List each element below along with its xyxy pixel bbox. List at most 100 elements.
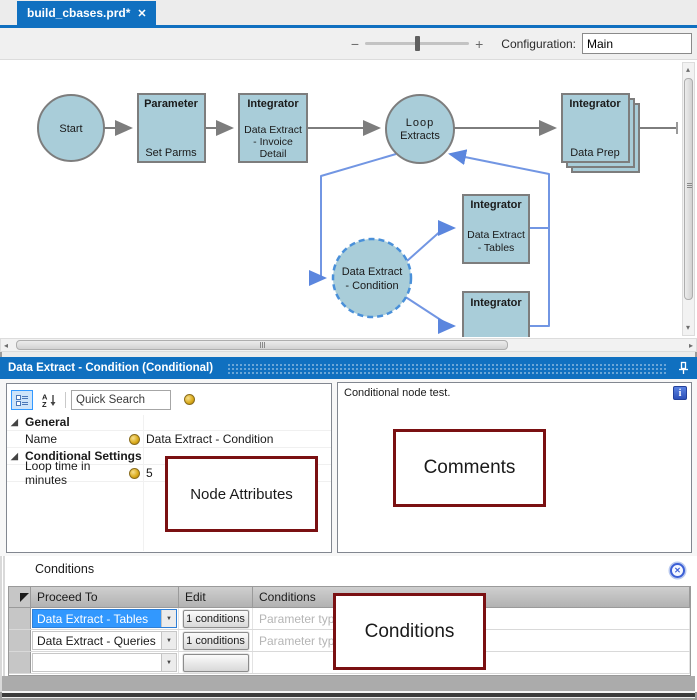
toolbar-separator — [65, 392, 66, 408]
dropdown-value: Data Extract - Tables — [33, 610, 161, 627]
close-icon[interactable]: ✕ — [137, 7, 146, 20]
diagram-canvas[interactable]: Start Parameter Set Parms Integrator Dat… — [0, 60, 697, 338]
categorized-view-icon[interactable] — [11, 390, 33, 410]
edge-condition-queries[interactable] — [404, 296, 454, 326]
diagram-toolbar: − + Configuration: — [0, 28, 697, 60]
scroll-down-icon[interactable]: ▾ — [686, 324, 690, 332]
panel-header-texture — [227, 363, 668, 375]
grid-column-divider — [143, 415, 144, 551]
chevron-down-icon[interactable]: ▼ — [161, 632, 176, 649]
canvas-vertical-scrollbar[interactable]: ▴ ▾ — [682, 62, 695, 336]
zoom-in-icon[interactable]: + — [469, 36, 489, 52]
node-loop-extracts[interactable] — [386, 95, 454, 163]
node-tables-name-2: - Tables — [478, 242, 515, 254]
row-selector-cell[interactable] — [9, 608, 31, 629]
node-condition-label-2: - Condition — [345, 280, 398, 292]
edit-cell — [179, 652, 253, 673]
row-selector-triangle-icon — [20, 593, 29, 602]
column-header-proceed-to[interactable]: Proceed To — [31, 587, 179, 607]
info-icon[interactable]: i — [673, 386, 687, 400]
property-row-name[interactable]: Name Data Extract - Condition — [7, 431, 331, 448]
workflow-diagram: Start Parameter Set Parms Integrator Dat… — [1, 60, 682, 337]
node-parameter-name: Set Parms — [145, 147, 197, 159]
select-all-cell[interactable] — [9, 587, 31, 607]
zoom-out-icon[interactable]: − — [345, 36, 365, 52]
proceed-to-cell: Data Extract - Tables ▼ — [31, 608, 179, 629]
node-loop-label-1: Loop — [406, 117, 434, 129]
property-name: Loop time in minutes — [11, 459, 129, 487]
parameter-badge-icon — [129, 468, 140, 479]
chevron-down-icon[interactable]: ▼ — [161, 654, 176, 671]
proceed-to-dropdown[interactable]: Data Extract - Queries ▼ — [32, 631, 177, 650]
bottom-filler — [2, 676, 695, 691]
configuration-label: Configuration: — [501, 37, 576, 51]
node-tables-type: Integrator — [470, 199, 522, 211]
node-condition-selected[interactable] — [333, 239, 411, 317]
thumb-grip-icon — [260, 342, 265, 348]
property-grid-toolbar: A Z — [7, 384, 331, 414]
row-selector-cell[interactable] — [9, 652, 31, 673]
edit-cell: 1 conditions — [179, 608, 253, 629]
scroll-left-icon[interactable]: ◂ — [4, 342, 8, 350]
edit-cell: 1 conditions — [179, 630, 253, 651]
window-bottom-bar — [2, 693, 695, 697]
zoom-slider-handle[interactable] — [415, 36, 420, 51]
property-value[interactable]: 5 — [140, 466, 153, 480]
parameter-badge-icon — [184, 394, 195, 405]
pin-icon[interactable] — [678, 361, 689, 375]
node-condition-label-1: Data Extract — [342, 266, 403, 278]
properties-panel-header[interactable]: Data Extract - Condition (Conditional) — [0, 357, 697, 379]
sort-az-icon[interactable]: A Z — [38, 390, 60, 410]
horizontal-scroll-thumb[interactable] — [16, 340, 508, 350]
node-invoice-type: Integrator — [247, 98, 299, 110]
quick-search-input[interactable] — [71, 390, 171, 410]
node-queries-type: Integrator — [470, 297, 522, 309]
proceed-to-cell: Data Extract - Queries ▼ — [31, 630, 179, 651]
scroll-up-icon[interactable]: ▴ — [686, 66, 690, 74]
node-start-label: Start — [59, 123, 82, 135]
chevron-down-icon[interactable]: ▼ — [161, 610, 176, 627]
tab-build-cbases[interactable]: build_cbases.prd* ✕ — [17, 1, 156, 25]
tab-bar: build_cbases.prd* ✕ — [0, 0, 697, 25]
edge-condition-tables[interactable] — [407, 228, 454, 261]
column-header-edit[interactable]: Edit — [179, 587, 253, 607]
edit-conditions-button[interactable] — [183, 654, 249, 672]
node-dataprep-type: Integrator — [569, 98, 621, 110]
node-invoice-name-2: - Invoice — [253, 136, 293, 148]
close-circle-icon[interactable]: ✕ — [670, 563, 685, 578]
app-window: build_cbases.prd* ✕ − + Configuration: — [0, 0, 697, 700]
parameter-badge-icon — [129, 434, 140, 445]
proceed-to-dropdown[interactable]: Data Extract - Tables ▼ — [32, 609, 177, 628]
annotation-label: Conditions — [365, 621, 455, 643]
comments-text: Conditional node test. — [344, 387, 450, 399]
property-group-general[interactable]: ◢ General — [7, 414, 331, 431]
vertical-scroll-thumb[interactable] — [684, 78, 693, 300]
configuration-input[interactable] — [582, 33, 692, 54]
node-tables-name-1: Data Extract — [467, 229, 525, 241]
conditions-section-title: Conditions — [35, 562, 94, 576]
property-value[interactable]: Data Extract - Condition — [140, 432, 273, 446]
group-label: General — [25, 415, 70, 429]
annotation-node-attributes: Node Attributes — [165, 456, 318, 532]
node-dataprep-name: Data Prep — [570, 147, 620, 159]
edge-queries-loopback[interactable] — [529, 228, 549, 326]
annotation-comments: Comments — [393, 429, 546, 507]
edit-conditions-button[interactable]: 1 conditions — [183, 610, 249, 628]
proceed-to-dropdown[interactable]: ▼ — [32, 653, 177, 672]
node-invoice-name-3: Detail — [260, 148, 287, 160]
scroll-right-icon[interactable]: ▸ — [689, 342, 693, 350]
canvas-horizontal-scrollbar[interactable]: ◂ ▸ — [0, 338, 697, 352]
node-invoice-name-1: Data Extract — [244, 124, 302, 136]
dropdown-value: Data Extract - Queries — [33, 634, 161, 648]
row-selector-cell[interactable] — [9, 630, 31, 651]
collapse-triangle-icon[interactable]: ◢ — [11, 417, 25, 428]
thumb-grip-icon — [687, 183, 692, 188]
tab-title: build_cbases.prd* — [27, 6, 130, 20]
annotation-label: Comments — [424, 457, 516, 479]
panel-title: Data Extract - Condition (Conditional) — [8, 362, 213, 374]
edit-conditions-button[interactable]: 1 conditions — [183, 632, 249, 650]
zoom-slider[interactable] — [365, 42, 469, 45]
property-name: Name — [11, 432, 129, 446]
svg-text:Z: Z — [42, 400, 47, 407]
proceed-to-cell: ▼ — [31, 652, 179, 673]
